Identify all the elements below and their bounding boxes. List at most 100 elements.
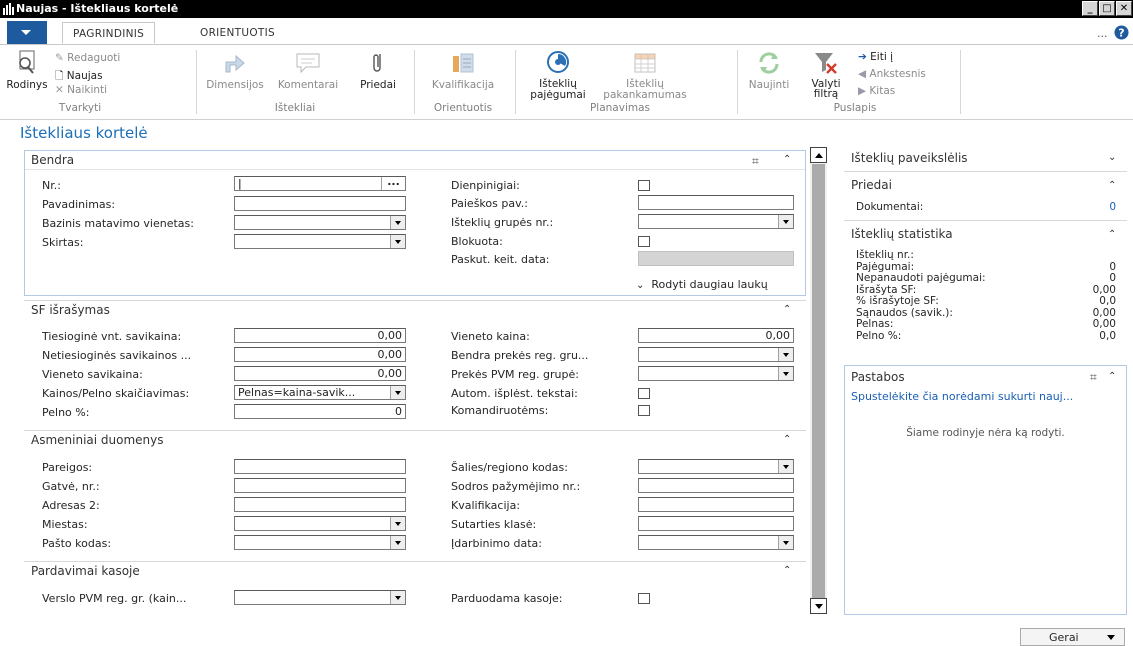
sutarties-field[interactable]: [638, 516, 794, 531]
dropdown-arrow-icon[interactable]: [778, 536, 793, 549]
pasto-select[interactable]: [234, 535, 406, 550]
priedai-factbox-title[interactable]: Priedai: [851, 178, 892, 192]
gerai-button[interactable]: Gerai: [1020, 628, 1125, 646]
pelno-field[interactable]: 0: [234, 404, 406, 419]
rodinys-button[interactable]: Rodinys: [6, 50, 48, 91]
vieneto-kaina-field[interactable]: 0,00: [638, 328, 794, 343]
eiti-i-button[interactable]: ➔ Eiti į: [858, 51, 893, 63]
dienpinigiai-checkbox[interactable]: [638, 180, 650, 191]
minimize-button[interactable]: _: [1082, 1, 1098, 16]
collapse-icon[interactable]: ⌃: [783, 565, 791, 576]
pareigos-field[interactable]: [234, 459, 406, 474]
lookup-button[interactable]: ...: [381, 176, 405, 190]
sodros-field[interactable]: [638, 478, 794, 493]
kvalif-field[interactable]: [638, 497, 794, 512]
dropdown-arrow-icon[interactable]: [390, 216, 405, 229]
komand-checkbox[interactable]: [638, 405, 650, 416]
pin-icon[interactable]: ⌗: [752, 153, 768, 167]
verslo-select[interactable]: [234, 590, 406, 605]
scrollbar-thumb[interactable]: [812, 164, 825, 598]
isteklių-pajegumai-button[interactable]: Išteklių pajėgumai: [520, 50, 596, 101]
collapse-icon[interactable]: ⌃: [783, 154, 791, 165]
collapse-icon[interactable]: ⌃: [783, 434, 791, 445]
komentarai-button[interactable]: Komentarai: [270, 50, 346, 91]
parduodama-label: Parduodama kasoje:: [451, 592, 563, 605]
chevron-down-icon[interactable]: ⌄: [1108, 152, 1116, 163]
collapse-icon[interactable]: ⌃: [1108, 229, 1116, 240]
bendra-header[interactable]: Bendra: [31, 153, 74, 167]
naujinti-button[interactable]: Naujinti: [740, 50, 798, 91]
scroll-up-button[interactable]: [810, 147, 827, 163]
dokumentai-value[interactable]: 0: [1060, 201, 1116, 213]
ribbon-separator: [196, 50, 197, 114]
vieneto-savikaina-field[interactable]: 0,00: [234, 366, 406, 381]
ankstesnis-button[interactable]: ◀ Ankstesnis: [858, 68, 926, 80]
kainos-select[interactable]: Pelnas=kaina-savik...: [234, 385, 406, 400]
pin-icon[interactable]: ⌗: [1090, 369, 1106, 383]
tab-orientuotis[interactable]: ORIENTUOTIS: [190, 22, 285, 44]
blokuota-label: Blokuota:: [451, 235, 503, 248]
valyti-filtra-button[interactable]: Valyti filtrą: [800, 50, 852, 100]
help-icon[interactable]: ?: [1114, 25, 1129, 40]
priedai-label: Priedai: [360, 79, 396, 91]
paieskos-field[interactable]: [638, 195, 794, 210]
bazinis-select[interactable]: [234, 215, 406, 230]
salies-select[interactable]: [638, 459, 794, 474]
bendra-preke-select[interactable]: [638, 347, 794, 362]
skirtas-select[interactable]: [234, 234, 406, 249]
dropdown-arrow-icon[interactable]: [778, 367, 793, 380]
collapse-icon[interactable]: ⌃: [1108, 371, 1116, 382]
pastabos-title[interactable]: Pastabos: [851, 370, 905, 384]
pavadinimas-label: Pavadinimas:: [42, 198, 116, 211]
dropdown-arrow-icon[interactable]: [390, 591, 405, 604]
pastabos-create-link[interactable]: Spustelėkite čia norėdami sukurti nauj..…: [851, 390, 1073, 403]
collapse-icon[interactable]: ⌃: [783, 304, 791, 315]
redaguoti-button[interactable]: ✎ Redaguoti: [55, 52, 120, 64]
gatve-field[interactable]: [234, 478, 406, 493]
pvm-select[interactable]: [638, 366, 794, 381]
tab-pagrindinis[interactable]: PAGRINDINIS: [62, 22, 156, 44]
kitas-button[interactable]: ▶ Kitas: [858, 85, 895, 97]
idarbinimo-select[interactable]: [638, 535, 794, 550]
factbox-picture[interactable]: Išteklių paveikslėlis ⌄: [844, 147, 1127, 169]
asmeniniai-header[interactable]: Asmeniniai duomenys: [31, 433, 164, 447]
priedai-button[interactable]: Priedai: [352, 50, 404, 91]
scroll-down-button[interactable]: [810, 598, 827, 614]
dimensijos-button[interactable]: Dimensijos: [200, 50, 270, 91]
autom-checkbox[interactable]: [638, 388, 650, 399]
tiesiogine-field[interactable]: 0,00: [234, 328, 406, 343]
dropdown-arrow-icon[interactable]: [390, 235, 405, 248]
dropdown-arrow-icon[interactable]: [778, 215, 793, 228]
adresas2-field[interactable]: [234, 497, 406, 512]
close-button[interactable]: ✕: [1116, 1, 1132, 16]
netiesiogines-field[interactable]: 0,00: [234, 347, 406, 362]
page-title: Ištekliaus kortelė: [20, 124, 148, 142]
dropdown-arrow-icon[interactable]: [390, 536, 405, 549]
dropdown-arrow-icon[interactable]: [778, 348, 793, 361]
more-options[interactable]: ...: [1097, 27, 1108, 40]
parduodama-checkbox[interactable]: [638, 593, 650, 604]
comment-icon: [296, 53, 320, 74]
naikinti-button[interactable]: ✕ Naikinti: [55, 84, 107, 96]
stat-label: Nepanaudoti pajėgumai:: [856, 272, 986, 284]
collapse-icon[interactable]: ⌃: [1108, 180, 1116, 191]
kvalifikacija-button[interactable]: Kvalifikacija: [420, 50, 506, 91]
dropdown-arrow-icon[interactable]: [390, 517, 405, 530]
dropdown-arrow-icon[interactable]: [778, 460, 793, 473]
sf-header[interactable]: SF išrašymas: [31, 303, 110, 317]
blokuota-checkbox[interactable]: [638, 236, 650, 247]
show-more-fields[interactable]: ⌄ Rodyti daugiau laukų: [636, 278, 768, 291]
group-label-orientuotis: Orientuotis: [433, 102, 493, 114]
statistika-title[interactable]: Išteklių statistika: [851, 227, 953, 241]
pavadinimas-field[interactable]: [234, 196, 406, 211]
application-menu-button[interactable]: [7, 21, 47, 45]
divider: [24, 300, 806, 301]
chevron-down-icon[interactable]: [1107, 635, 1115, 640]
istekliu-pakankamumas-button[interactable]: Išteklių pakankamumas: [598, 50, 692, 101]
grupes-select[interactable]: [638, 214, 794, 229]
nr-field[interactable]: |...: [234, 176, 406, 191]
dropdown-arrow-icon[interactable]: [390, 386, 405, 399]
miestas-select[interactable]: [234, 516, 406, 531]
pardavimai-header[interactable]: Pardavimai kasoje: [31, 564, 140, 578]
maximize-button[interactable]: □: [1099, 1, 1115, 16]
